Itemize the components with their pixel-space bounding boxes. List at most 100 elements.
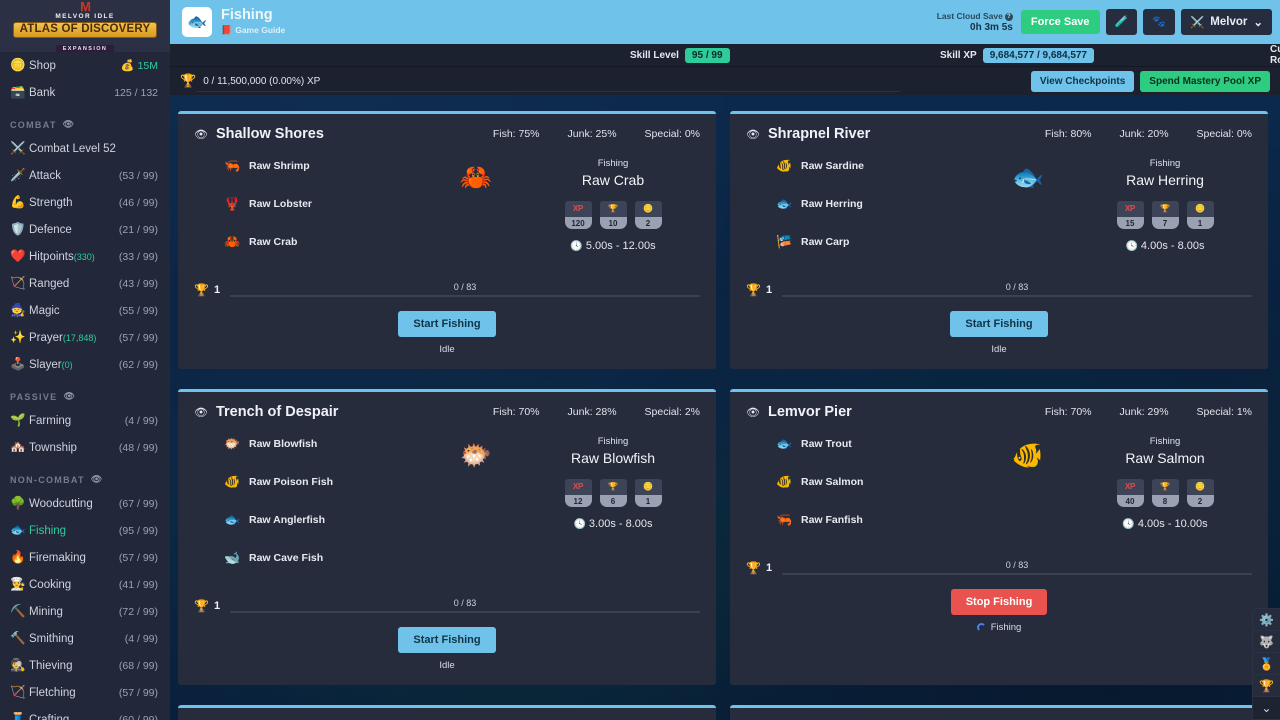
logo-main-text: ATLAS OF DISCOVERY <box>13 22 158 38</box>
sidebar-item-label: Smithing <box>29 633 125 645</box>
sidebar-item-fletching[interactable]: 🏹Fletching(57 / 99) <box>0 679 170 706</box>
mastery-pool-xp-text: 0 / 11,500,000 (0.00%) XP <box>203 76 320 87</box>
sidebar-item-firemaking[interactable]: 🔥Firemaking(57 / 99) <box>0 544 170 571</box>
fish-list-item[interactable]: 🦐Raw Fanfish <box>776 512 978 528</box>
tree-icon: 🌳 <box>10 497 29 510</box>
trophy-icon: 🏆 <box>194 283 209 297</box>
fish-list-item[interactable]: 🐋Raw Cave Fish <box>224 550 426 566</box>
action-subtitle: Fishing <box>1078 158 1252 169</box>
game-guide-link[interactable]: 📕Game Guide <box>221 25 285 36</box>
sidebar-item-strength[interactable]: 💪Strength(46 / 99) <box>0 189 170 216</box>
sidebar-item-mining[interactable]: ⛏️Mining(72 / 99) <box>0 598 170 625</box>
help-icon[interactable]: ? <box>1005 13 1013 21</box>
fish-label: Raw Shrimp <box>249 160 310 172</box>
force-save-button[interactable]: Force Save <box>1021 10 1100 34</box>
start-fishing-button[interactable]: Start Fishing <box>398 627 495 653</box>
eye-icon[interactable]: 👁 <box>746 406 760 419</box>
action-details: FishingRaw SalmonXP40🏆8🪙2🕓4.00s - 10.00s <box>1078 436 1252 550</box>
eye-icon[interactable]: 👁 <box>63 391 76 402</box>
eye-icon[interactable]: 👁 <box>194 406 208 419</box>
stop-fishing-button[interactable]: Stop Fishing <box>951 589 1048 615</box>
eye-icon[interactable]: 👁 <box>63 119 76 130</box>
badge-value: 8 <box>1152 495 1179 507</box>
mastery-bar <box>230 295 700 297</box>
sidebar-item-slayer[interactable]: 🕹️Slayer(0)(62 / 99) <box>0 351 170 378</box>
start-fishing-button[interactable]: Start Fishing <box>398 311 495 337</box>
sidebar-item-label: Mining <box>29 606 119 618</box>
trout-icon: 🐟 <box>776 436 792 452</box>
thief-icon: 🕵️ <box>10 659 29 672</box>
fish-list-item[interactable]: 🐟Raw Trout <box>776 436 978 452</box>
sidebar-item-shop[interactable]: 🪙Shop💰15M <box>0 52 170 79</box>
fish-list-item[interactable]: 🐟Raw Herring <box>776 196 978 212</box>
eye-icon[interactable]: 👁 <box>194 128 208 141</box>
logo-expansion-text: EXPANSION <box>56 45 115 52</box>
sidebar-item-combat-level-52[interactable]: ⚔️Combat Level 52 <box>0 135 170 162</box>
sidebar-item-township[interactable]: 🏘️Township(48 / 99) <box>0 434 170 461</box>
trophy-icon[interactable]: 🏆 <box>1253 675 1280 697</box>
fish-list: 🐠Raw Sardine 🐟Raw Herring 🎏Raw Carp <box>746 158 978 272</box>
page-header: 🐟 Fishing 📕Game Guide Last Cloud Save? 0… <box>170 0 1280 44</box>
sidebar-item-cooking[interactable]: 👨‍🍳Cooking(41 / 99) <box>0 571 170 598</box>
mastery-progress: 🏆10 / 83 <box>194 282 700 297</box>
fish-list-item[interactable]: 🦞Raw Lobster <box>224 196 426 212</box>
sidebar-item-fishing[interactable]: 🐟Fishing(95 / 99) <box>0 517 170 544</box>
mastery-trophy-icon: 🏆 <box>180 73 196 89</box>
fish-label: Raw Herring <box>801 198 863 210</box>
anvil-icon: 🔨 <box>10 632 29 645</box>
badge-icon-coin: 🪙 <box>635 479 662 495</box>
spend-mastery-pool-xp-button[interactable]: Spend Mastery Pool XP <box>1140 71 1270 92</box>
sidebar-item-farming[interactable]: 🌱Farming(4 / 99) <box>0 407 170 434</box>
current-rod-group: Current Rod Bronze Fishing Rod <box>1270 44 1280 66</box>
fish-rate: Fish: 70% <box>493 406 540 418</box>
eye-icon[interactable]: 👁 <box>91 474 104 485</box>
medal-icon[interactable]: 🏅 <box>1253 653 1280 675</box>
fish-list-item[interactable]: 🦀Raw Crab <box>224 234 426 250</box>
sidebar-item-value: (68 / 99) <box>119 660 158 672</box>
badge-icon-coin: 🪙 <box>1187 479 1214 495</box>
paw-icon[interactable]: 🐾 <box>1143 9 1175 35</box>
fish-list-item[interactable]: 🐟Raw Anglerfish <box>224 512 426 528</box>
status-text: Fishing <box>991 622 1022 633</box>
skull-slayer-icon: 🕹️ <box>10 358 29 371</box>
area-header: 👁Lemvor PierFish: 70%Junk: 29%Special: 1… <box>746 404 1252 420</box>
sidebar-item-ranged[interactable]: 🏹Ranged(43 / 99) <box>0 270 170 297</box>
fish-list-item[interactable]: 🎏Raw Carp <box>776 234 978 250</box>
wolf-icon[interactable]: 🐺 <box>1253 631 1280 653</box>
sidebar-item-bank[interactable]: 🗃️Bank125 / 132 <box>0 79 170 106</box>
reward-badge-xp: XP12 <box>565 479 592 507</box>
sidebar-item-magic[interactable]: 🧙Magic(55 / 99) <box>0 297 170 324</box>
sidebar-item-smithing[interactable]: 🔨Smithing(4 / 99) <box>0 625 170 652</box>
sidebar-sections: COMBAT👁⚔️Combat Level 52🗡️Attack(53 / 99… <box>0 106 170 720</box>
sidebar-item-label: Defence <box>29 224 119 236</box>
fish-list-item[interactable]: 🐠Raw Poison Fish <box>224 474 426 490</box>
sidebar-item-thieving[interactable]: 🕵️Thieving(68 / 99) <box>0 652 170 679</box>
sidebar-item-hitpoints[interactable]: ❤️Hitpoints(330)(33 / 99) <box>0 243 170 270</box>
mastery-progress: 🏆10 / 83 <box>746 282 1252 297</box>
chevron-down-icon[interactable]: ⌄ <box>1253 697 1280 719</box>
sidebar-item-defence[interactable]: 🛡️Defence(21 / 99) <box>0 216 170 243</box>
crafting-icon: 🧵 <box>10 713 29 720</box>
township-icon: 🏘️ <box>10 441 29 454</box>
game-logo[interactable]: M MELVOR IDLE ATLAS OF DISCOVERY EXPANSI… <box>0 0 170 52</box>
eye-icon[interactable]: 👁 <box>746 128 760 141</box>
fish-list-item[interactable]: 🦐Raw Shrimp <box>224 158 426 174</box>
sidebar-item-woodcutting[interactable]: 🌳Woodcutting(67 / 99) <box>0 490 170 517</box>
mastery-progress: 🏆10 / 83 <box>194 598 700 613</box>
sidebar-item-crafting[interactable]: 🧵Crafting(60 / 99) <box>0 706 170 720</box>
view-checkpoints-button[interactable]: View Checkpoints <box>1031 71 1134 92</box>
fish-list-item[interactable]: 🐡Raw Blowfish <box>224 436 426 452</box>
start-fishing-button[interactable]: Start Fishing <box>950 311 1047 337</box>
sidebar-item-attack[interactable]: 🗡️Attack(53 / 99) <box>0 162 170 189</box>
arrow-fletch-icon: 🏹 <box>10 686 29 699</box>
gear-icon[interactable]: ⚙️ <box>1253 609 1280 631</box>
sidebar-item-prayer[interactable]: ✨Prayer(17,848)(57 / 99) <box>0 324 170 351</box>
reward-badge-coin: 🪙1 <box>635 479 662 507</box>
mastery-pool-row: 🏆 0 / 11,500,000 (0.00%) XP View Checkpo… <box>170 67 1280 95</box>
fish-list-item[interactable]: 🐠Raw Salmon <box>776 474 978 490</box>
action-subtitle: Fishing <box>526 436 700 447</box>
fishing-areas-grid: 👁Shallow ShoresFish: 75%Junk: 25%Special… <box>170 95 1280 720</box>
account-menu-button[interactable]: ⚔️ Melvor ⌄ <box>1181 9 1272 35</box>
potion-icon[interactable]: 🧪 <box>1106 9 1138 35</box>
fish-list-item[interactable]: 🐠Raw Sardine <box>776 158 978 174</box>
